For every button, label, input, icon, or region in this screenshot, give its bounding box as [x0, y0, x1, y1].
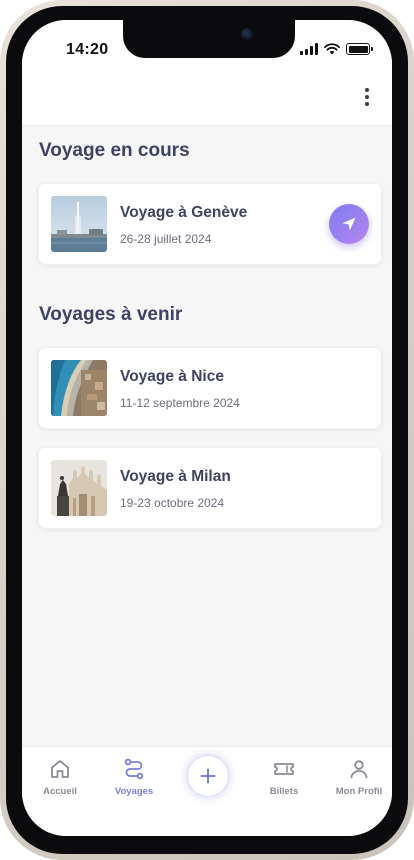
tab-trips[interactable]: Voyages — [97, 757, 171, 797]
top-app-bar — [22, 80, 392, 126]
tab-tickets-label: Billets — [269, 786, 299, 797]
trip-title-geneve: Voyage à Genève — [120, 204, 248, 221]
home-icon — [51, 760, 69, 778]
battery-icon — [346, 43, 373, 55]
ticket-icon — [274, 763, 294, 775]
navigation-arrow-icon — [342, 217, 356, 231]
trip-dates-nice: 11-12 septembre 2024 — [120, 396, 240, 410]
bottom-tab-bar: Accueil Voyages Billets Mon Profil — [22, 746, 392, 836]
status-icons — [300, 43, 373, 55]
tab-home-label: Accueil — [43, 786, 77, 797]
dynamic-island — [123, 20, 295, 58]
app-screen: 14:20 Voyage en cours Voyage à Genève 26… — [22, 20, 392, 836]
trip-dates-milan: 19-23 octobre 2024 — [120, 496, 225, 510]
tab-home[interactable]: Accueil — [23, 757, 97, 797]
trip-card-milan[interactable]: Voyage à Milan 19-23 octobre 2024 — [38, 447, 382, 529]
trip-image-nice — [51, 360, 107, 416]
more-options-button[interactable] — [356, 84, 378, 110]
trip-image-geneve — [51, 196, 107, 252]
signal-icon — [300, 43, 318, 55]
section-title-upcoming: Voyages à venir — [39, 304, 183, 325]
tab-trips-label: Voyages — [114, 786, 154, 797]
trip-image-milan — [51, 460, 107, 516]
tab-tickets[interactable]: Billets — [247, 757, 321, 797]
trip-dates-geneve: 26-28 juillet 2024 — [120, 232, 212, 246]
trip-title-nice: Voyage à Nice — [120, 368, 224, 385]
user-icon — [350, 760, 368, 779]
tab-profile[interactable]: Mon Profil — [322, 757, 392, 797]
trip-card-geneve[interactable]: Voyage à Genève 26-28 juillet 2024 — [38, 183, 382, 265]
camera-icon — [241, 28, 253, 40]
tab-profile-label: Mon Profil — [335, 786, 383, 797]
section-title-current: Voyage en cours — [39, 140, 190, 161]
plus-icon — [200, 768, 216, 784]
trip-card-nice[interactable]: Voyage à Nice 11-12 septembre 2024 — [38, 347, 382, 429]
navigate-button[interactable] — [329, 204, 369, 244]
route-icon — [124, 758, 144, 780]
status-time: 14:20 — [66, 41, 109, 58]
add-trip-button[interactable] — [187, 755, 229, 797]
trip-title-milan: Voyage à Milan — [120, 468, 231, 485]
wifi-icon — [324, 43, 340, 55]
